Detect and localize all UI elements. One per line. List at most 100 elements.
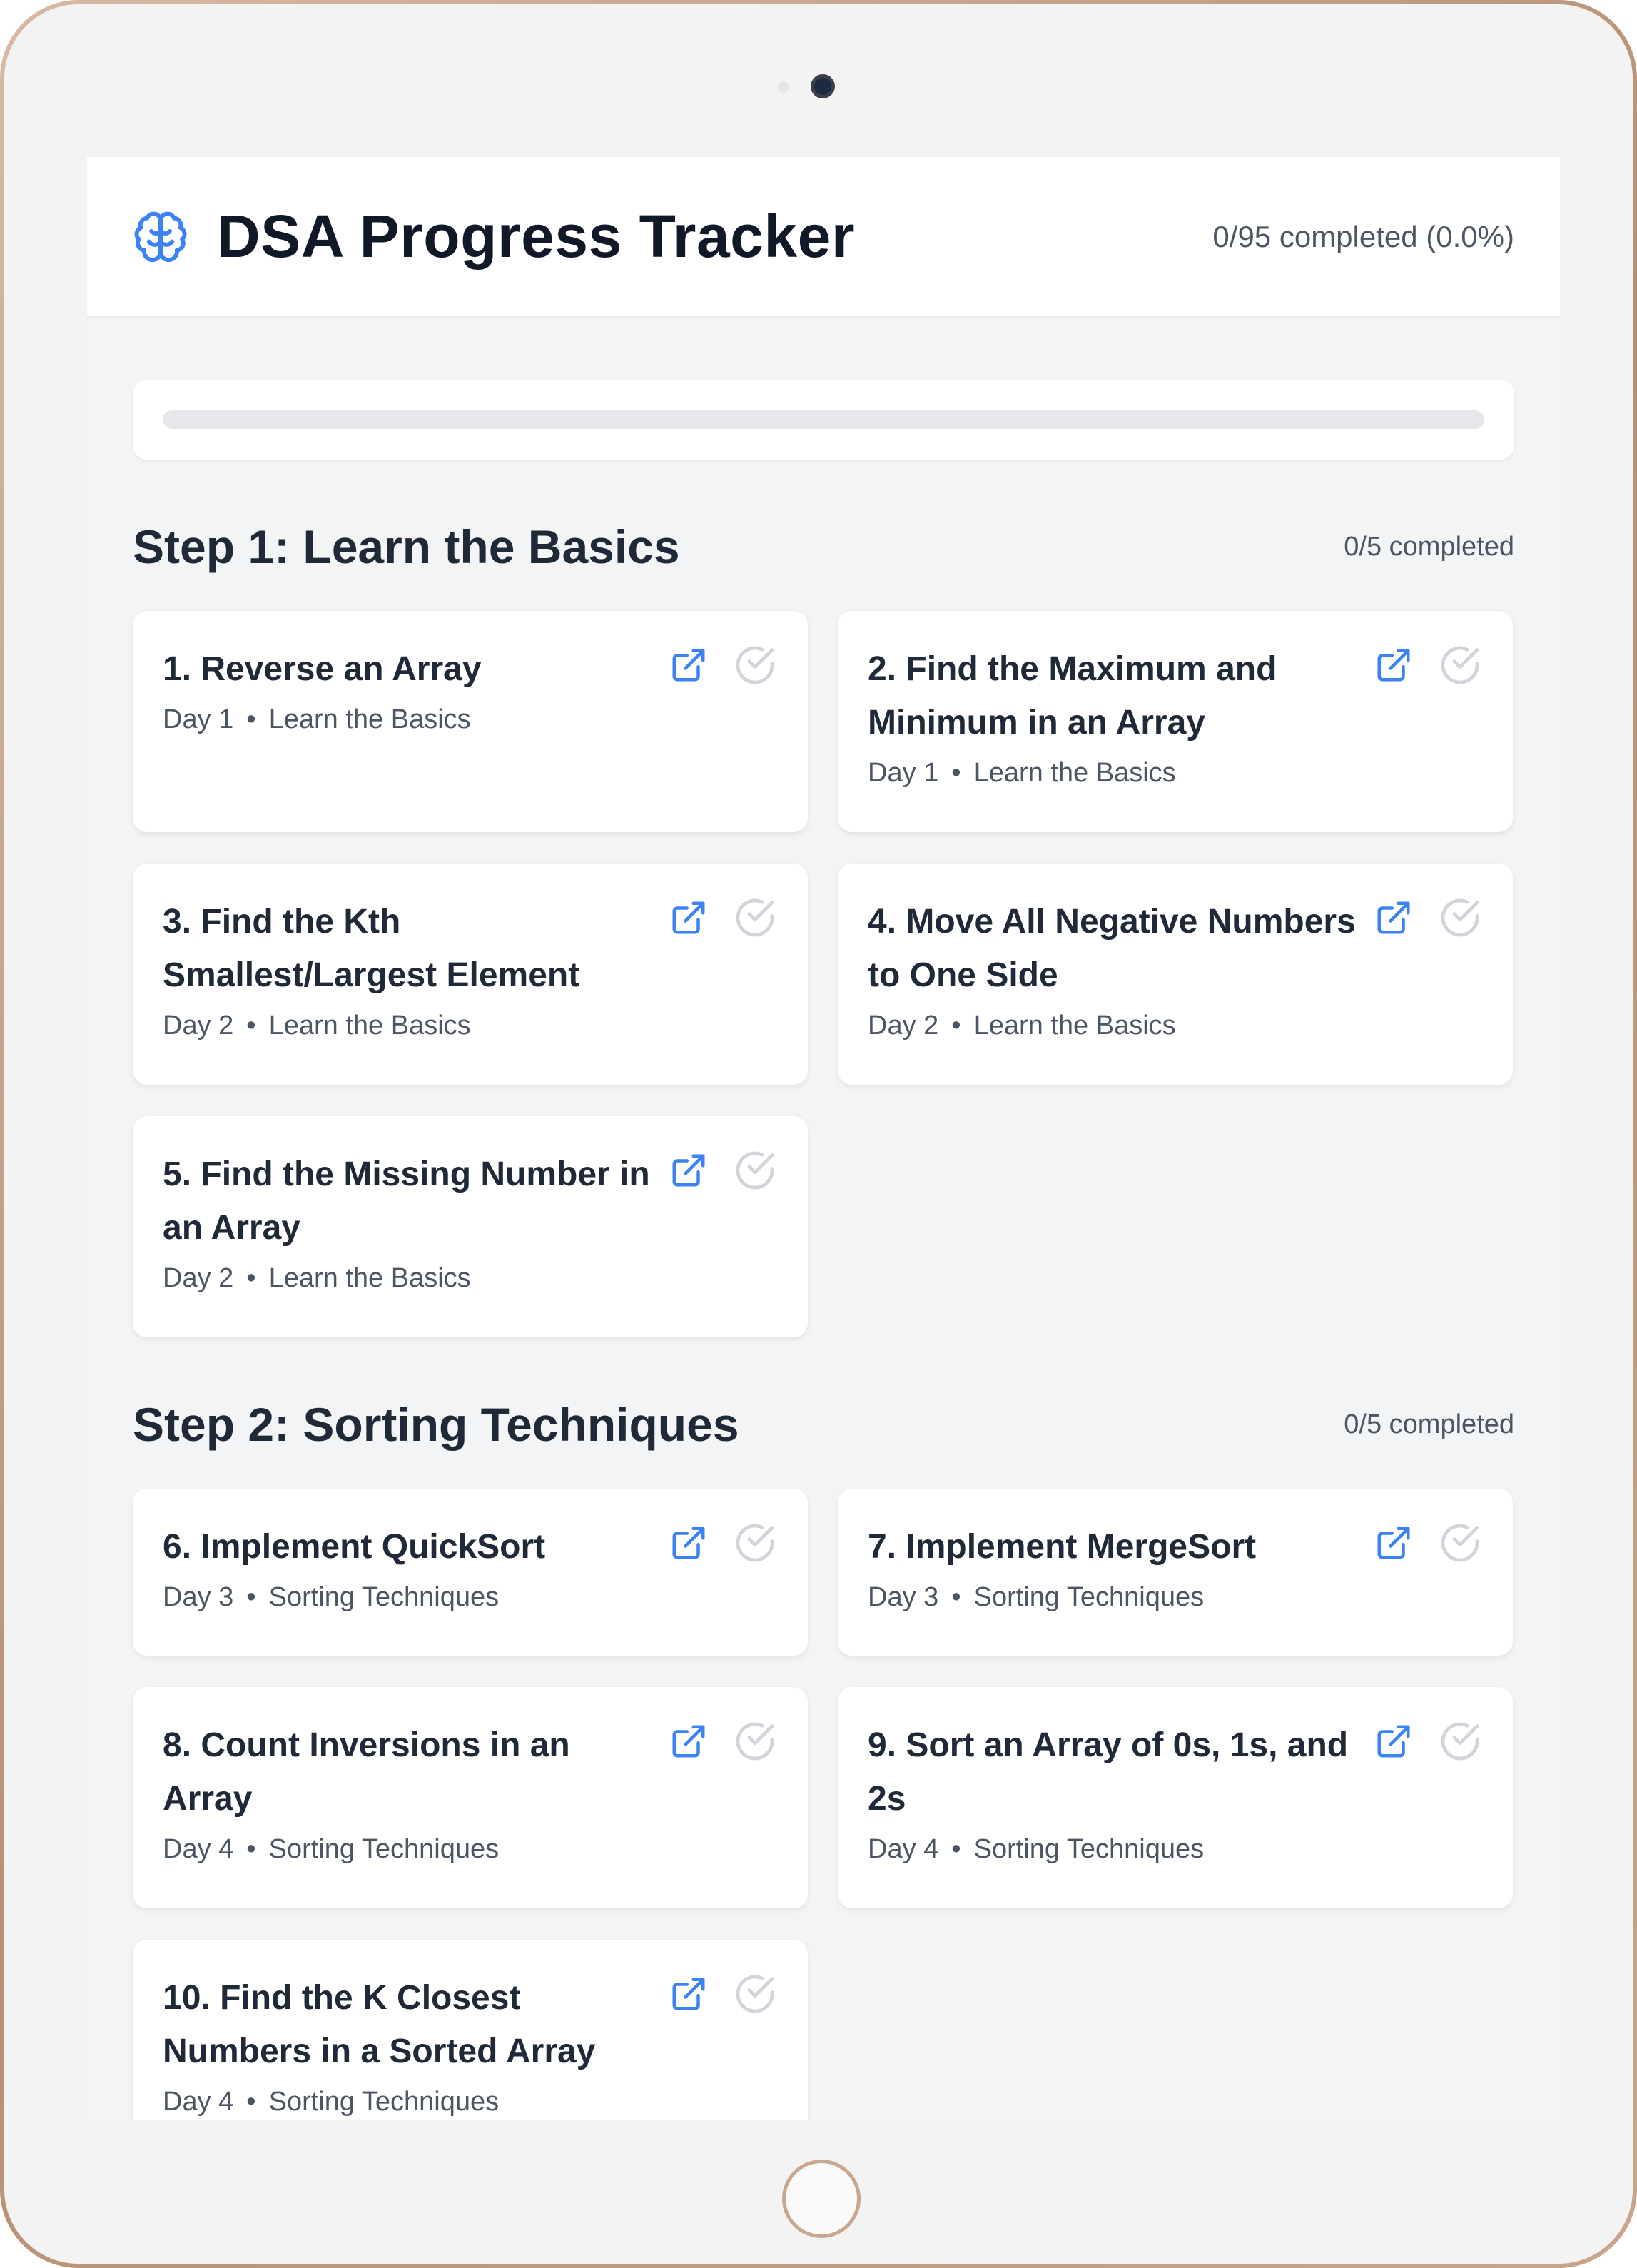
external-link-icon[interactable] <box>1374 646 1413 684</box>
separator-dot: • <box>246 2087 256 2117</box>
problem-title: 1. Reverse an Array <box>163 650 482 688</box>
card-actions <box>669 1971 778 2017</box>
problem-meta: Day 2 • Learn the Basics <box>163 1263 778 1294</box>
separator-dot: • <box>246 1011 256 1041</box>
problem-title: 9. Sort an Array of 0s, 1s, and 2s <box>868 1726 1349 1818</box>
problem-title: 2. Find the Maximum and Minimum in an Ar… <box>868 650 1277 741</box>
problem-title: 5. Find the Missing Number in an Array <box>163 1155 650 1247</box>
problem-topic: Sorting Techniques <box>973 1582 1205 1612</box>
check-circle-icon[interactable] <box>732 895 778 941</box>
external-link-icon[interactable] <box>669 1722 708 1761</box>
tablet-frame: DSA Progress Tracker 0/95 completed (0.0… <box>0 0 1637 2268</box>
problem-meta: Day 2 • Learn the Basics <box>868 1011 1483 1041</box>
external-link-icon[interactable] <box>669 1151 708 1190</box>
problem-card: 9. Sort an Array of 0s, 1s, and 2s Day 4… <box>838 1687 1513 1908</box>
problem-topic: Learn the Basics <box>973 1011 1176 1041</box>
card-actions <box>669 642 778 688</box>
problem-topic: Sorting Techniques <box>268 2087 500 2117</box>
check-circle-icon[interactable] <box>732 1520 778 1566</box>
section-title: Step 2: Sorting Techniques <box>133 1398 739 1451</box>
card-actions <box>669 895 778 941</box>
card-actions <box>1374 1520 1483 1566</box>
external-link-icon[interactable] <box>669 646 708 684</box>
problem-topic: Learn the Basics <box>268 1263 471 1293</box>
problem-topic: Sorting Techniques <box>268 1834 500 1864</box>
problem-title: 7. Implement MergeSort <box>868 1528 1257 1566</box>
external-link-icon[interactable] <box>669 1975 708 2013</box>
card-actions <box>669 1718 778 1764</box>
section-header: Step 1: Learn the Basics 0/5 completed <box>133 520 1514 574</box>
problem-card: 6. Implement QuickSort Day 3 • Sorting Tec… <box>133 1489 808 1656</box>
external-link-icon[interactable] <box>1374 898 1413 937</box>
card-actions <box>1374 895 1483 941</box>
problem-title: 3. Find the Kth Smallest/Largest Element <box>163 903 580 994</box>
front-camera <box>811 74 835 98</box>
tablet-bezel: DSA Progress Tracker 0/95 completed (0.0… <box>4 4 1633 2264</box>
separator-dot: • <box>951 1582 961 1612</box>
section-progress: 0/5 completed <box>1344 1409 1514 1439</box>
problem-card: 1. Reverse an Array Day 1 • Learn the Basi… <box>133 611 808 832</box>
check-circle-icon[interactable] <box>1437 642 1483 688</box>
section-progress: 0/5 completed <box>1344 531 1514 562</box>
separator-dot: • <box>246 704 256 734</box>
app-header: DSA Progress Tracker 0/95 completed (0.0… <box>87 157 1560 318</box>
problem-day: Day 3 <box>163 1582 234 1612</box>
separator-dot: • <box>951 1834 961 1864</box>
problem-grid: 6. Implement QuickSort Day 3 • Sorting Tec… <box>133 1489 1514 2120</box>
card-actions <box>1374 642 1483 688</box>
app-screen: DSA Progress Tracker 0/95 completed (0.0… <box>87 157 1560 2120</box>
card-actions <box>669 1520 778 1566</box>
brain-icon <box>134 211 187 262</box>
section-header: Step 2: Sorting Techniques 0/5 completed <box>133 1397 1514 1452</box>
problem-grid: 1. Reverse an Array Day 1 • Learn the Basi… <box>133 611 1514 1337</box>
check-circle-icon[interactable] <box>732 642 778 688</box>
problem-card: 7. Implement MergeSort Day 3 • Sorting Tec… <box>838 1489 1513 1656</box>
separator-dot: • <box>246 1834 256 1864</box>
home-button[interactable] <box>782 2160 861 2238</box>
problem-meta: Day 4 • Sorting Techniques <box>868 1834 1483 1865</box>
problem-title: 4. Move All Negative Numbers to One Side <box>868 903 1356 994</box>
separator-dot: • <box>246 1582 256 1612</box>
check-circle-icon[interactable] <box>1437 895 1483 941</box>
problem-meta: Day 2 • Learn the Basics <box>163 1011 778 1041</box>
problem-day: Day 3 <box>868 1582 939 1612</box>
check-circle-icon[interactable] <box>1437 1520 1483 1566</box>
problem-topic: Learn the Basics <box>268 1011 471 1041</box>
problem-card: 8. Count Inversions in an Array Day 4 • So… <box>133 1687 808 1908</box>
problem-meta: Day 4 • Sorting Techniques <box>163 2087 778 2117</box>
problem-meta: Day 3 • Sorting Techniques <box>868 1582 1483 1613</box>
problem-day: Day 4 <box>163 1834 234 1864</box>
problem-day: Day 4 <box>163 2087 234 2117</box>
problem-day: Day 1 <box>868 758 939 788</box>
problem-card: 2. Find the Maximum and Minimum in an Ar… <box>838 611 1513 832</box>
problem-card: 10. Find the K Closest Numbers in a Sort… <box>133 1940 808 2120</box>
problem-day: Day 2 <box>163 1011 234 1041</box>
section-title: Step 1: Learn the Basics <box>133 520 680 573</box>
front-sensor <box>778 81 789 93</box>
app-title: DSA Progress Tracker <box>217 203 856 270</box>
problem-card: 5. Find the Missing Number in an Array D… <box>133 1116 808 1337</box>
check-circle-icon[interactable] <box>732 1148 778 1193</box>
problem-day: Day 2 <box>868 1011 939 1041</box>
problem-card: 4. Move All Negative Numbers to One Side… <box>838 864 1513 1085</box>
main-content: Step 1: Learn the Basics 0/5 completed 1… <box>87 318 1560 2120</box>
problem-topic: Sorting Techniques <box>973 1834 1205 1864</box>
check-circle-icon[interactable] <box>1437 1718 1483 1764</box>
check-circle-icon[interactable] <box>732 1971 778 2017</box>
card-actions <box>1374 1718 1483 1764</box>
progress-card <box>133 380 1514 460</box>
external-link-icon[interactable] <box>669 898 708 937</box>
separator-dot: • <box>246 1263 256 1293</box>
card-actions <box>669 1148 778 1193</box>
brand: DSA Progress Tracker <box>133 202 855 271</box>
problem-topic: Sorting Techniques <box>268 1582 500 1612</box>
problem-day: Day 1 <box>163 704 234 734</box>
external-link-icon[interactable] <box>1374 1722 1413 1761</box>
external-link-icon[interactable] <box>1374 1524 1413 1562</box>
problem-topic: Learn the Basics <box>973 758 1176 788</box>
problem-meta: Day 3 • Sorting Techniques <box>163 1582 778 1613</box>
external-link-icon[interactable] <box>669 1524 708 1562</box>
check-circle-icon[interactable] <box>732 1718 778 1764</box>
problem-day: Day 4 <box>868 1834 939 1864</box>
separator-dot: • <box>951 758 961 788</box>
